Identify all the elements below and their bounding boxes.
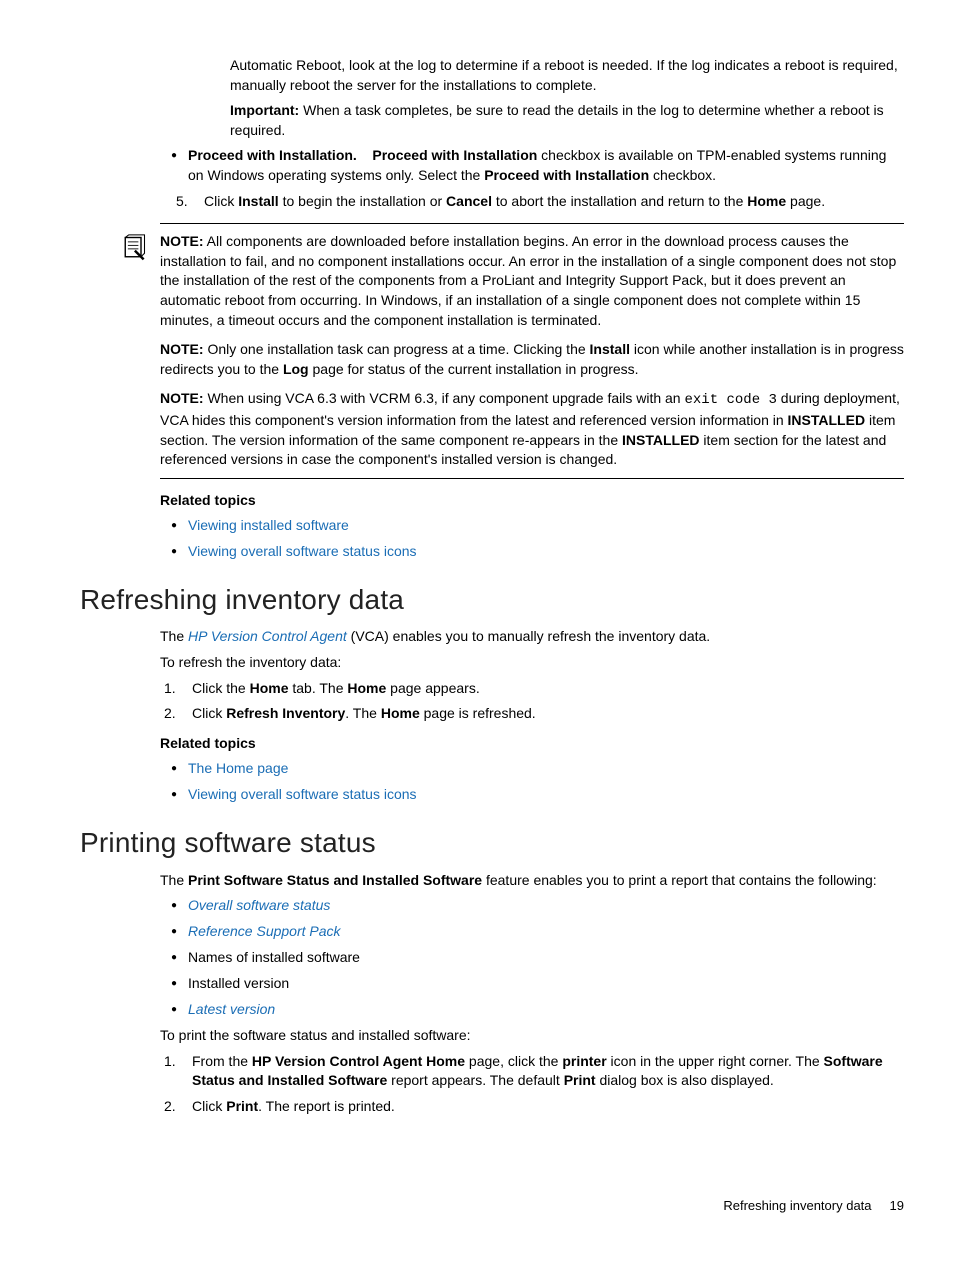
bullet-icon: ● bbox=[160, 542, 188, 562]
proceed-bullet: ● Proceed with Installation. Proceed wit… bbox=[160, 146, 904, 185]
section-title-refresh: Refreshing inventory data bbox=[80, 580, 924, 619]
page-footer: Refreshing inventory data 19 bbox=[30, 1197, 924, 1215]
proceed-text: Proceed with Installation. Proceed with … bbox=[188, 146, 904, 185]
related-topics-heading: Related topics bbox=[160, 734, 904, 754]
step-text: Click Install to begin the installation … bbox=[204, 192, 904, 212]
intro-para: Automatic Reboot, look at the log to det… bbox=[230, 56, 904, 95]
note-2: NOTE: Only one installation task can pro… bbox=[160, 340, 904, 379]
print-bullet-text: Installed version bbox=[188, 974, 904, 994]
print-bullet: ● Latest version bbox=[160, 1000, 904, 1020]
note-1: NOTE: All components are downloaded befo… bbox=[160, 232, 904, 330]
print-intro: The Print Software Status and Installed … bbox=[160, 871, 904, 891]
refresh-step-1: 1. Click the Home tab. The Home page app… bbox=[160, 679, 904, 699]
section-title-print: Printing software status bbox=[80, 823, 924, 862]
bullet-icon: ● bbox=[160, 146, 188, 166]
print-bullet: ● Overall software status bbox=[160, 896, 904, 916]
related-item: ● The Home page bbox=[160, 759, 904, 779]
step-5: 5. Click Install to begin the installati… bbox=[172, 192, 904, 212]
related-item: ● Viewing overall software status icons bbox=[160, 785, 904, 805]
refresh-lead: To refresh the inventory data: bbox=[160, 653, 904, 673]
print-bullet-link[interactable]: Latest version bbox=[188, 1000, 904, 1020]
bullet-icon: ● bbox=[160, 922, 188, 942]
print-bullet-link[interactable]: Reference Support Pack bbox=[188, 922, 904, 942]
print-step-2: 2. Click Print. The report is printed. bbox=[160, 1097, 904, 1117]
bullet-icon: ● bbox=[160, 785, 188, 805]
related-link[interactable]: Viewing overall software status icons bbox=[188, 542, 904, 562]
print-lead: To print the software status and install… bbox=[160, 1026, 904, 1046]
bullet-icon: ● bbox=[160, 896, 188, 916]
bullet-icon: ● bbox=[160, 1000, 188, 1020]
related-item: ● Viewing installed software bbox=[160, 516, 904, 536]
print-bullet: ● Reference Support Pack bbox=[160, 922, 904, 942]
step-number: 5. bbox=[172, 192, 204, 212]
related-item: ● Viewing overall software status icons bbox=[160, 542, 904, 562]
refresh-step-2: 2. Click Refresh Inventory. The Home pag… bbox=[160, 704, 904, 724]
note-icon bbox=[120, 232, 160, 268]
related-link[interactable]: The Home page bbox=[188, 759, 904, 779]
vca-link[interactable]: HP Version Control Agent bbox=[188, 628, 347, 644]
bullet-icon: ● bbox=[160, 516, 188, 536]
note-3: NOTE: When using VCA 6.3 with VCRM 6.3, … bbox=[160, 389, 904, 469]
bullet-icon: ● bbox=[160, 948, 188, 968]
note-box: NOTE: All components are downloaded befo… bbox=[160, 223, 904, 479]
refresh-intro: The HP Version Control Agent (VCA) enabl… bbox=[160, 627, 904, 647]
print-bullet-text: Names of installed software bbox=[188, 948, 904, 968]
print-bullet-link[interactable]: Overall software status bbox=[188, 896, 904, 916]
related-link[interactable]: Viewing installed software bbox=[188, 516, 904, 536]
footer-text: Refreshing inventory data bbox=[723, 1198, 871, 1213]
print-step-1: 1. From the HP Version Control Agent Hom… bbox=[160, 1052, 904, 1091]
print-bullet: ● Installed version bbox=[160, 974, 904, 994]
important-label: Important: bbox=[230, 102, 299, 118]
important-para: Important: When a task completes, be sur… bbox=[230, 101, 904, 140]
related-link[interactable]: Viewing overall software status icons bbox=[188, 785, 904, 805]
related-topics-heading: Related topics bbox=[160, 491, 904, 511]
bullet-icon: ● bbox=[160, 759, 188, 779]
bullet-icon: ● bbox=[160, 974, 188, 994]
print-bullet: ● Names of installed software bbox=[160, 948, 904, 968]
page-number: 19 bbox=[890, 1198, 904, 1213]
important-text: When a task completes, be sure to read t… bbox=[230, 102, 884, 138]
